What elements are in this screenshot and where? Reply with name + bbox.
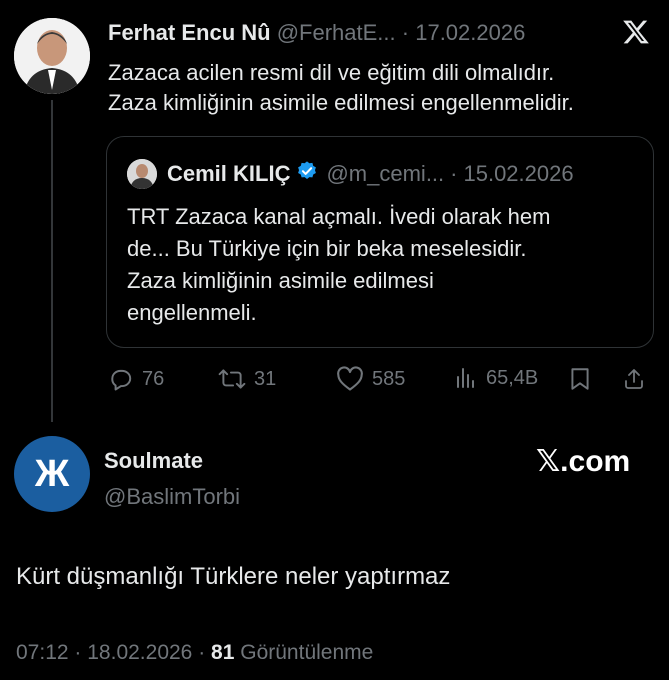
like-button[interactable]: 585 xyxy=(336,366,405,392)
quote-author-name[interactable]: Cemil KILIÇ xyxy=(167,161,290,187)
reply-author-handle[interactable]: @BaslimTorbi xyxy=(104,484,240,510)
author-handle[interactable]: @FerhatE... xyxy=(277,20,396,45)
avatar-letter: Ж xyxy=(34,452,70,495)
repost-button[interactable]: 31 xyxy=(218,366,276,392)
quote-author-photo-icon xyxy=(127,159,157,189)
reply-author-name[interactable]: Soulmate xyxy=(104,448,203,474)
views-chart-icon xyxy=(457,368,474,388)
author-name[interactable]: Ferhat Encu Nû xyxy=(108,20,271,45)
views-count: 81 xyxy=(211,641,235,664)
bookmark-button[interactable] xyxy=(568,366,592,392)
quote-avatar xyxy=(127,159,157,189)
reply-date[interactable]: 18.02.2026 xyxy=(87,641,192,664)
repost-count: 31 xyxy=(254,367,277,390)
views-count: 65,4B xyxy=(486,366,539,389)
tweet-text-line: Zazaca acilen resmi dil ve eğitim dili o… xyxy=(108,60,555,85)
tweet-header: Ferhat Encu Nû @FerhatE... · 17.02.2026 xyxy=(108,20,525,46)
heart-icon xyxy=(337,366,363,391)
reply-meta: 07:12 · 18.02.2026 · 81 Görüntülenme xyxy=(16,641,373,665)
tweet-date[interactable]: 17.02.2026 xyxy=(415,20,525,45)
reply-avatar[interactable]: Ж xyxy=(14,436,90,512)
quote-text-line: TRT Zazaca kanal açmalı. İvedi olarak he… xyxy=(127,204,551,229)
quote-text-line: Zaza kimliğinin asimile edilmesi xyxy=(127,268,434,293)
quote-author-handle[interactable]: @m_cemi... xyxy=(326,161,444,187)
quote-tweet[interactable]: Cemil KILIÇ @m_cemi... · 15.02.2026 TRT … xyxy=(106,136,654,348)
verified-badge-icon xyxy=(296,160,318,188)
views-button[interactable]: 65,4B xyxy=(454,366,538,390)
x-com-brand: 𝕏.com xyxy=(536,445,631,478)
quote-text-line: engellenmeli. xyxy=(127,300,257,325)
separator: · xyxy=(74,641,82,664)
author-photo-icon xyxy=(14,18,90,94)
action-bar: 76 31 585 65,4B xyxy=(108,366,656,396)
like-count: 585 xyxy=(372,367,406,390)
thread-line xyxy=(51,100,53,422)
separator: · xyxy=(450,161,458,186)
quote-text-line: de... Bu Türkiye için bir beka meselesid… xyxy=(127,236,527,261)
share-button[interactable] xyxy=(622,366,646,392)
reply-text: Kürt düşmanlığı Türklere neler yaptırmaz xyxy=(16,563,451,590)
separator: · xyxy=(401,20,410,45)
share-icon xyxy=(625,369,643,389)
reply-count: 76 xyxy=(142,367,165,390)
quote-date[interactable]: 15.02.2026 xyxy=(463,161,573,187)
reply-time[interactable]: 07:12 xyxy=(16,641,69,664)
views-label: Görüntülenme xyxy=(240,641,374,664)
avatar[interactable] xyxy=(14,18,90,94)
tweet-text-line: Zaza kimliğinin asimile edilmesi engelle… xyxy=(108,90,574,115)
x-logo-icon xyxy=(622,18,650,51)
reply-button[interactable]: 76 xyxy=(108,366,164,392)
repost-icon xyxy=(218,369,246,389)
quote-text: TRT Zazaca kanal açmalı. İvedi olarak he… xyxy=(127,201,627,329)
reply-icon xyxy=(111,369,132,391)
bookmark-icon xyxy=(571,368,589,390)
tweet-text: Zazaca acilen resmi dil ve eğitim dili o… xyxy=(108,58,658,118)
quote-header: Cemil KILIÇ @m_cemi... · 15.02.2026 xyxy=(127,159,574,189)
separator: · xyxy=(198,641,206,664)
